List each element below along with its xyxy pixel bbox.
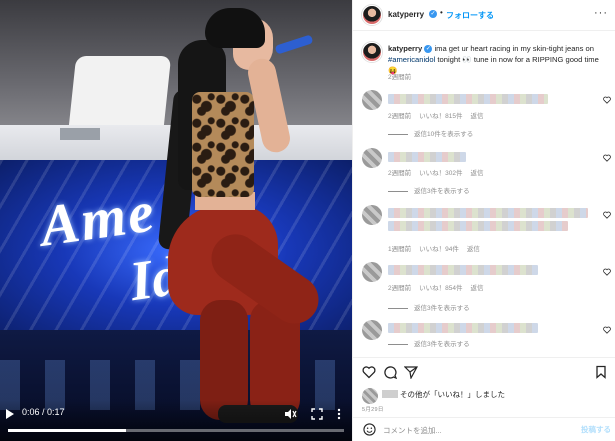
comment-likes[interactable]: いいね！302件 [419, 170, 462, 177]
comment-input[interactable] [383, 423, 563, 437]
author-avatar[interactable] [362, 5, 382, 25]
view-replies-button[interactable]: 返信3件を表示する [388, 185, 470, 195]
comment-likes[interactable]: いいね！815件 [419, 113, 462, 120]
reply-button[interactable]: 返信 [467, 246, 480, 253]
blurred-comment-text [388, 94, 548, 104]
blurred-comment-text [388, 208, 588, 218]
reply-button[interactable]: 返信 [470, 285, 483, 292]
commenter-avatar[interactable] [362, 262, 382, 282]
replies-line [388, 133, 408, 135]
caption-hashtag[interactable]: #americanidol [388, 55, 435, 64]
caption-timestamp: 2週間前 [388, 74, 412, 81]
comment-meta: 2週間前 いいね！302件 返信 [388, 167, 491, 177]
like-heart-icon[interactable] [362, 365, 376, 379]
post-panel: katyperry ✓ • フォローする ··· katyperry ✓ ima… [352, 0, 615, 441]
play-icon[interactable] [6, 409, 14, 419]
separator-dot: • [440, 8, 443, 17]
commenter-avatar[interactable] [362, 148, 382, 168]
commenter-avatar[interactable] [362, 320, 382, 340]
comment-likes[interactable]: いいね！94件 [419, 246, 459, 253]
desk-laptop [60, 128, 100, 140]
view-replies-label[interactable]: 返信3件を表示する [414, 341, 470, 348]
video-progress-bar[interactable] [8, 429, 344, 432]
liker-avatar[interactable] [362, 388, 378, 404]
fullscreen-icon[interactable] [310, 407, 324, 421]
video-time: 0:06 / 0:17 [22, 407, 65, 417]
blurred-comment-text [388, 265, 538, 275]
reply-button[interactable]: 返信 [470, 170, 483, 177]
replies-line [388, 307, 408, 309]
commenter-avatar[interactable] [362, 205, 382, 225]
comment-icon[interactable] [383, 365, 397, 379]
more-options-icon[interactable]: ··· [594, 7, 608, 19]
post-comment-button[interactable]: 投稿する [581, 424, 611, 435]
performer-hair [205, 8, 265, 48]
follow-button[interactable]: フォローする [446, 10, 494, 21]
view-replies-button[interactable]: 返信10件を表示する [388, 128, 473, 138]
view-replies-button[interactable]: 返信3件を表示する [388, 302, 470, 312]
reply-button[interactable]: 返信 [470, 113, 483, 120]
author-username[interactable]: katyperry [388, 10, 424, 19]
view-replies-button[interactable]: 返信3件を表示する [388, 338, 470, 348]
video-menu-icon[interactable] [336, 407, 342, 421]
comment-meta: 2週間前 いいね！815件 返信 [388, 110, 491, 120]
comment-time: 2週間前 [388, 285, 412, 292]
video-player[interactable]: Ame Ido 0:06 / 0:17 [0, 0, 352, 441]
comment-time: 1週間前 [388, 246, 412, 253]
blurred-liker-name [382, 390, 398, 398]
blurred-comment-text [388, 152, 466, 162]
blurred-comment-text [388, 221, 568, 231]
comment-meta: 2週間前 いいね！854件 返信 [388, 282, 491, 292]
judge-chair [67, 56, 172, 136]
caption-text-start: ima get ur heart racing in my skin-tight… [434, 44, 594, 53]
video-progress-fill [8, 429, 126, 432]
replies-line [388, 190, 408, 192]
comment-like-heart-icon[interactable] [603, 154, 611, 162]
action-bar: その他が「いいね！」しました 5月29日 [353, 357, 615, 417]
comment-composer: 投稿する [353, 417, 615, 441]
comment-likes[interactable]: いいね！854件 [419, 285, 462, 292]
caption-avatar[interactable] [362, 42, 382, 62]
post-caption: katyperry ✓ ima get ur heart racing in m… [388, 43, 610, 76]
view-replies-label[interactable]: 返信3件を表示する [414, 188, 470, 195]
view-replies-label[interactable]: 返信3件を表示する [414, 305, 470, 312]
verified-badge-icon: ✓ [429, 10, 437, 18]
performer-leopard-top [192, 92, 254, 197]
comment-time: 2週間前 [388, 113, 412, 120]
comment-like-heart-icon[interactable] [603, 96, 611, 104]
commenter-avatar[interactable] [362, 90, 382, 110]
comment-like-heart-icon[interactable] [603, 211, 611, 219]
post-date: 5月29日 [362, 407, 384, 413]
verified-badge-icon: ✓ [424, 45, 433, 53]
comment-like-heart-icon[interactable] [603, 268, 611, 276]
post-header: katyperry ✓ • フォローする ··· [353, 0, 615, 31]
caption-username[interactable]: katyperry [388, 44, 422, 53]
comment-time: 2週間前 [388, 170, 412, 177]
emoji-icon[interactable] [363, 423, 376, 436]
blurred-comment-text [388, 323, 538, 333]
share-icon[interactable] [404, 365, 418, 379]
likes-summary[interactable]: その他が「いいね！」しました [400, 389, 505, 400]
replies-line [388, 343, 408, 345]
view-replies-label[interactable]: 返信10件を表示する [414, 131, 473, 138]
mute-icon[interactable] [283, 407, 297, 421]
comment-meta: 1週間前 いいね！94件 返信 [388, 243, 488, 253]
comment-like-heart-icon[interactable] [603, 326, 611, 334]
bookmark-icon[interactable] [594, 365, 608, 379]
